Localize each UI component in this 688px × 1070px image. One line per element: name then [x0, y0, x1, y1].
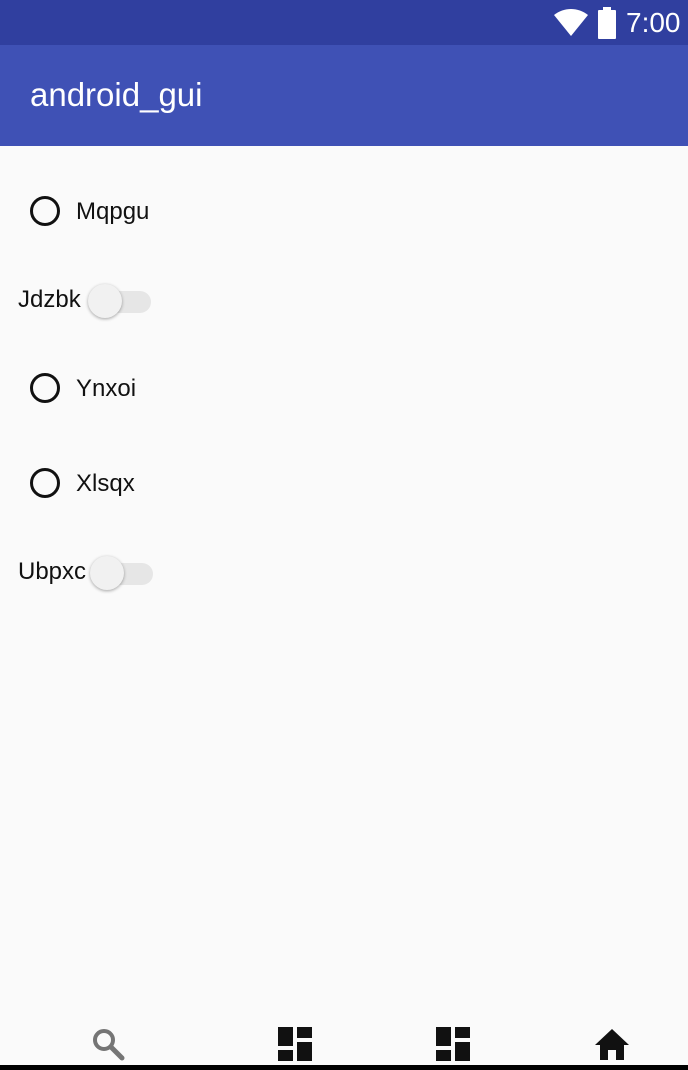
home-icon[interactable] — [594, 1026, 630, 1062]
radio-circle-icon — [30, 468, 60, 498]
switch-thumb — [88, 284, 122, 318]
search-icon[interactable] — [90, 1026, 126, 1062]
dashboard-icon[interactable] — [277, 1026, 313, 1062]
radio-label: Mqpgu — [76, 198, 150, 225]
battery-icon — [598, 7, 616, 39]
radio-label: Xlsqx — [76, 470, 135, 497]
switch-label: Jdzbk — [18, 286, 81, 313]
navigation-bar-edge — [0, 1065, 688, 1070]
radio-label: Ynxoi — [76, 375, 137, 402]
wifi-icon — [554, 9, 588, 36]
switch-thumb — [90, 556, 124, 590]
bottom-navigation — [0, 1010, 688, 1070]
status-bar: 7:00 — [0, 0, 688, 45]
radio-circle-icon — [30, 373, 60, 403]
switch-label: Ubpxc — [18, 558, 87, 585]
app-title: android_gui — [30, 76, 203, 113]
status-time: 7:00 — [626, 7, 681, 38]
dashboard-icon[interactable] — [435, 1026, 471, 1062]
radio-circle-icon — [30, 196, 60, 226]
app-bar: android_gui — [0, 45, 688, 146]
